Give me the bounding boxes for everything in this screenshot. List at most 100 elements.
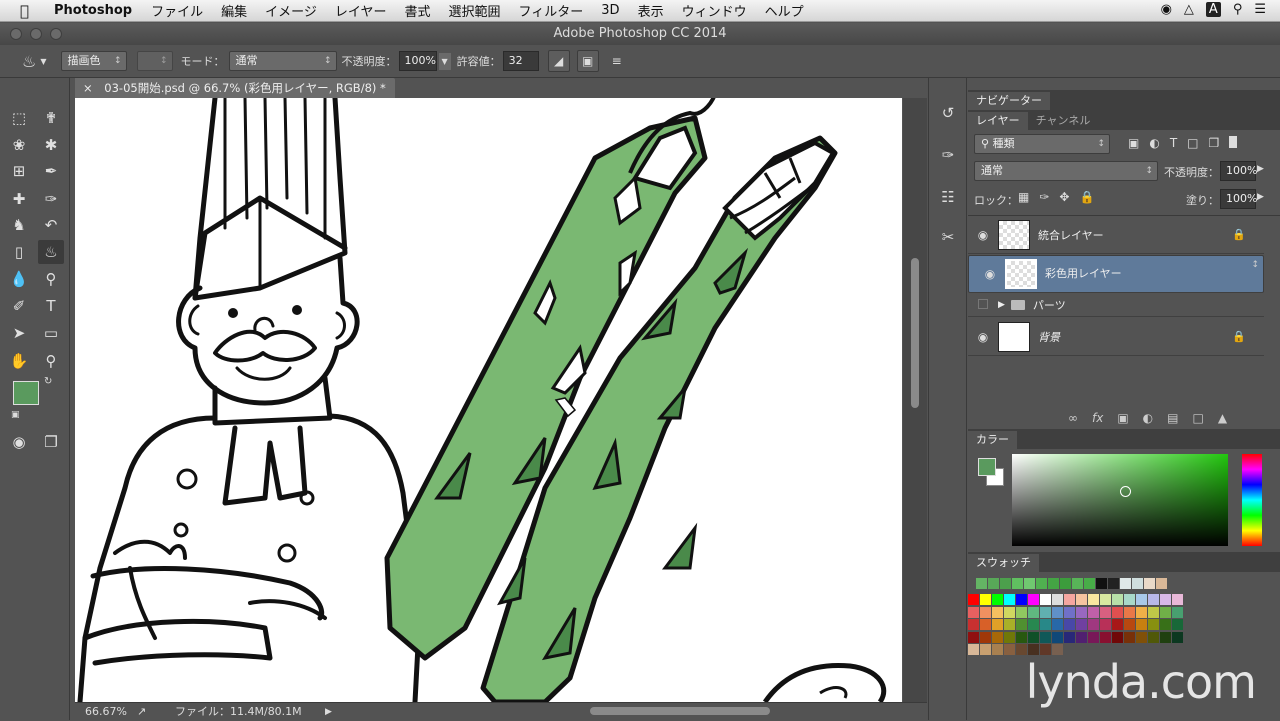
quick-mask-icon[interactable]: ◉ [6,430,32,454]
swatch[interactable] [1088,606,1099,618]
swatch[interactable] [1136,631,1147,643]
document-tab[interactable]: × 03-05開始.psd @ 66.7% (彩色用レイヤー, RGB/8) * [75,78,395,98]
opacity-input[interactable]: 100% [398,51,437,71]
status-menu-arrow-icon[interactable]: ▶ [325,703,332,721]
swatch[interactable] [1120,578,1131,589]
type-tool-icon[interactable]: T [38,294,64,318]
swatch[interactable] [1024,578,1035,589]
swatch[interactable] [1016,606,1027,618]
magic-wand-tool-icon[interactable]: ✱ [38,133,64,157]
swatch[interactable] [1040,594,1051,605]
swatch[interactable] [1088,631,1099,643]
layer-filter-select[interactable]: ⚲ 種類 [974,134,1110,154]
tab-navigator[interactable]: ナビゲーター [968,92,1050,110]
menu-layer[interactable]: レイヤー [335,1,387,20]
swatch[interactable] [1124,594,1135,605]
crop-tool-icon[interactable]: ⊞ [6,159,32,183]
menu-help[interactable]: ヘルプ [765,1,804,20]
eyedropper-tool-icon[interactable]: ✒ [38,159,64,183]
close-document-icon[interactable]: × [83,81,93,95]
swatch[interactable] [1072,578,1083,589]
swatch[interactable] [1048,578,1059,589]
lasso-tool-icon[interactable]: ❀ [6,133,32,157]
paint-bucket-preset-icon[interactable]: ♨ [22,52,36,71]
menu-edit[interactable]: 編集 [221,1,247,20]
swatch[interactable] [1064,606,1075,618]
swatch[interactable] [1040,619,1051,630]
swatch[interactable] [1084,578,1095,589]
vertical-scrollbar[interactable] [903,98,927,702]
swatch[interactable] [1004,606,1015,618]
swatch[interactable] [1160,631,1171,643]
swatch[interactable] [1028,631,1039,643]
swatch[interactable] [1112,619,1123,630]
menu-image[interactable]: イメージ [265,1,317,20]
swatch[interactable] [1036,578,1047,589]
swatch[interactable] [968,594,979,605]
swatch[interactable] [1112,594,1123,605]
fill-source-select[interactable]: 描画色 [60,51,127,71]
opacity-dropdown-arrow-icon[interactable]: ▼ [438,52,451,70]
tab-color[interactable]: カラー [968,431,1017,449]
swatch[interactable] [1112,631,1123,643]
group-expand-icon[interactable]: ▶ [998,300,1005,310]
swatch[interactable] [1096,578,1107,589]
filter-smart-object-icon[interactable]: ❐ [1209,136,1220,150]
lock-all-icon[interactable]: 🔒 [1079,190,1094,204]
wifi-icon[interactable]: △ [1184,2,1194,17]
swatch[interactable] [1028,619,1039,630]
default-colors-icon[interactable]: ▣ [11,410,20,420]
color-picker-field[interactable] [1012,454,1228,546]
swatch[interactable] [1016,644,1027,655]
swatch[interactable] [1004,594,1015,605]
clone-stamp-tool-icon[interactable]: ♞ [6,213,32,237]
eye-icon[interactable]: ◉ [975,265,1005,283]
swatch[interactable] [1052,606,1063,618]
swatch[interactable] [1136,606,1147,618]
document-canvas[interactable] [75,98,902,702]
filter-pixel-icon[interactable]: ▣ [1128,136,1139,150]
new-adjustment-layer-icon[interactable]: ◐ [1143,411,1153,425]
path-selection-tool-icon[interactable]: ➤ [6,321,32,345]
swatch[interactable] [1004,631,1015,643]
tool-presets-panel-icon[interactable]: ✂ [935,224,961,250]
hand-tool-icon[interactable]: ✋ [6,349,32,373]
swatch[interactable] [1004,619,1015,630]
menu-type[interactable]: 書式 [405,1,431,20]
contiguous-toggle[interactable]: ▣ [576,50,599,72]
swatch[interactable] [1016,631,1027,643]
swatch[interactable] [1172,594,1183,605]
swatch[interactable] [1148,619,1159,630]
swatch[interactable] [1172,631,1183,643]
eraser-tool-icon[interactable]: ▯ [6,240,32,264]
menu-filter[interactable]: フィルター [519,1,584,20]
brush-tool-icon[interactable]: ✑ [38,187,64,211]
menu-select[interactable]: 選択範囲 [449,1,501,20]
layer-opacity-input[interactable]: 100% [1220,161,1257,181]
layer-opacity-arrow-icon[interactable]: ▶ [1257,164,1264,174]
swatch[interactable] [1124,619,1135,630]
history-panel-icon[interactable]: ↺ [935,100,961,126]
swatch[interactable] [1160,606,1171,618]
swatch[interactable] [1136,594,1147,605]
color-panel-foreground-swatch[interactable] [978,458,996,476]
swatch[interactable] [1108,578,1119,589]
swatch[interactable] [1076,594,1087,605]
swatch[interactable] [1100,594,1111,605]
tolerance-input[interactable]: 32 [502,51,539,71]
swatch[interactable] [1060,578,1071,589]
add-mask-icon[interactable]: ▣ [1117,411,1128,425]
swatch[interactable] [1040,631,1051,643]
filter-shape-icon[interactable]: □ [1187,136,1198,150]
swatch[interactable] [1100,606,1111,618]
delete-layer-icon[interactable]: ▲ [1218,411,1227,425]
lock-transparent-icon[interactable]: ▦ [1018,190,1029,204]
layer-row-selected[interactable]: ◉ 彩色用レイヤー [968,255,1264,293]
menu-view[interactable]: 表示 [638,1,664,20]
swatch[interactable] [1124,606,1135,618]
swatch[interactable] [1076,606,1087,618]
swatch[interactable] [1172,619,1183,630]
apple-icon[interactable]:  [20,2,42,20]
swatch[interactable] [968,619,979,630]
swatch[interactable] [1148,606,1159,618]
